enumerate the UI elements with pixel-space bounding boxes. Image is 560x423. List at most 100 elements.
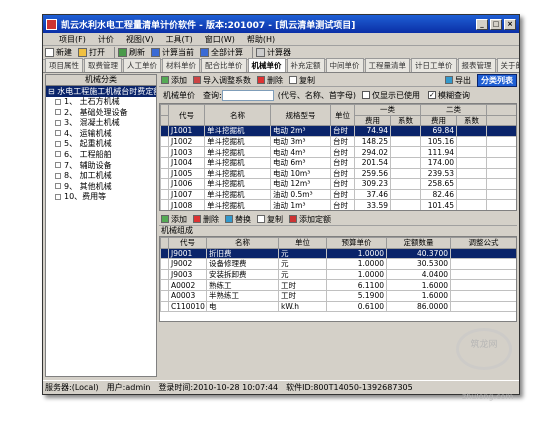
tab-material-price[interactable]: 材料单价 xyxy=(162,58,200,72)
new-button[interactable]: 新建 xyxy=(45,47,72,58)
table-cell[interactable] xyxy=(450,268,516,281)
col-fee2[interactable]: 费用 xyxy=(420,114,457,127)
tree-item[interactable]: 1、 土石方机械 xyxy=(46,97,156,108)
tree-item[interactable]: 7、 辅助设备 xyxy=(46,161,156,172)
table-cell[interactable]: 电动 2m³ xyxy=(270,125,331,137)
table-row[interactable]: J1008 单斗挖掘机 油动 1m³ 台时 33.59 101.45 xyxy=(160,199,516,210)
table-cell[interactable]: 6.1100 xyxy=(326,279,387,291)
col-quota-qty[interactable]: 定额数量 xyxy=(386,237,451,249)
table-cell[interactable]: 单斗挖掘机 xyxy=(204,209,271,210)
table-cell[interactable]: 258.65 xyxy=(420,178,457,190)
table-cell[interactable] xyxy=(456,178,487,190)
table-cell[interactable]: 174.00 xyxy=(420,156,457,169)
table-cell[interactable] xyxy=(456,125,487,137)
menu-view[interactable]: 视图(V) xyxy=(126,34,154,45)
table-cell[interactable]: 电动 4m³ xyxy=(270,146,331,158)
table-cell[interactable]: 1.6000 xyxy=(386,279,451,291)
import-coefficient-button[interactable]: 导入调整系数 xyxy=(193,75,251,86)
table-cell[interactable]: J1001 xyxy=(168,125,205,137)
table-cell[interactable]: 设备修理费 xyxy=(206,258,279,270)
table-cell[interactable]: 元 xyxy=(278,247,327,260)
table-cell[interactable] xyxy=(390,135,421,148)
table-cell[interactable]: J1003 xyxy=(168,146,205,158)
table-cell[interactable]: J9002 xyxy=(168,258,207,270)
table-cell[interactable]: 37.46 xyxy=(354,188,391,201)
tab-labor-price[interactable]: 人工单价 xyxy=(123,58,161,72)
table-cell[interactable]: 折旧费 xyxy=(206,247,279,260)
table-cell[interactable]: 111.06 xyxy=(420,209,457,210)
tree-root[interactable]: ⊟ 水电工程施工机械台时费定额 xyxy=(46,86,156,97)
table-cell[interactable]: 台时 xyxy=(330,209,355,210)
table-cell[interactable]: 台时 xyxy=(330,125,355,137)
menu-tools[interactable]: 工具(T) xyxy=(166,34,193,45)
table-cell[interactable] xyxy=(456,209,487,210)
table-cell[interactable]: J1002 xyxy=(168,135,205,148)
table-cell[interactable]: 元 xyxy=(278,258,327,270)
table-cell[interactable]: 台时 xyxy=(330,135,355,148)
table-cell[interactable]: 1.0000 xyxy=(326,268,387,281)
table-cell[interactable]: 单斗挖掘机 xyxy=(204,125,271,137)
table-cell[interactable] xyxy=(450,279,516,291)
tab-bill-of-quantities[interactable]: 工程量清单 xyxy=(364,58,410,72)
table-cell[interactable]: 40.3700 xyxy=(386,247,451,260)
table-row[interactable]: J9002 设备修理费元 1.0000 30.5300 xyxy=(160,258,516,270)
table-cell[interactable] xyxy=(390,188,421,201)
search-input[interactable] xyxy=(221,89,274,101)
table-cell[interactable]: 单斗挖掘机 xyxy=(204,146,271,158)
copy-machine-button[interactable]: 复制 xyxy=(289,75,315,86)
table-cell[interactable]: J1008 xyxy=(168,199,205,210)
copy-component-button[interactable]: 复制 xyxy=(257,214,283,225)
table-cell[interactable]: 单斗挖掘机 xyxy=(204,178,271,190)
table-cell[interactable]: 电动 10m³ xyxy=(270,167,331,180)
open-button[interactable]: 打开 xyxy=(78,47,105,58)
tab-project-props[interactable]: 项目属性 xyxy=(45,58,83,72)
table-row[interactable]: J9001 折旧费元 1.0000 40.3700 xyxy=(160,247,516,260)
table-cell[interactable]: 111.94 xyxy=(420,146,457,158)
table-cell[interactable] xyxy=(390,209,421,210)
table-cell[interactable]: 309.23 xyxy=(354,178,391,190)
col-spec[interactable]: 规格型号 xyxy=(270,104,331,127)
col-unit[interactable]: 单位 xyxy=(330,104,355,127)
table-cell[interactable]: 单斗挖掘机 xyxy=(204,199,271,210)
table-cell[interactable]: 69.84 xyxy=(420,125,457,137)
table-cell[interactable]: 单斗挖掘机 xyxy=(204,156,271,169)
table-cell[interactable]: J1004 xyxy=(168,156,205,169)
table-cell[interactable] xyxy=(456,199,487,210)
tab-intermediate-price[interactable]: 中间单价 xyxy=(325,58,364,72)
table-cell[interactable]: 熟练工 xyxy=(206,279,279,291)
table-cell[interactable]: 电动 6m³ xyxy=(270,156,331,169)
maximize-button[interactable]: □ xyxy=(490,18,502,30)
table-row[interactable]: J1002 单斗挖掘机 电动 3m³ 台时 148.25 105.16 xyxy=(160,135,516,148)
calc-all-button[interactable]: 全部计算 xyxy=(200,47,243,58)
table-cell[interactable] xyxy=(390,167,421,180)
table-cell[interactable] xyxy=(450,300,516,313)
table-cell[interactable]: 台时 xyxy=(330,188,355,201)
table-row[interactable]: A0003 半熟练工 工时 5.1900 1.6000 xyxy=(160,289,516,302)
close-button[interactable]: × xyxy=(504,18,516,30)
table-cell[interactable]: 单斗挖掘机 xyxy=(204,188,271,201)
tree-item[interactable]: 4、 运输机械 xyxy=(46,129,156,140)
tab-machine-price[interactable]: 机械单价 xyxy=(247,58,286,72)
table-cell[interactable]: A0002 xyxy=(168,279,207,291)
calculator-button[interactable]: 计算器 xyxy=(256,47,291,58)
replace-component-button[interactable]: 替换 xyxy=(225,214,251,225)
tab-mix-price[interactable]: 配合比单价 xyxy=(201,58,247,72)
table-cell[interactable] xyxy=(450,289,516,302)
menu-project[interactable]: 项目(F) xyxy=(59,34,86,45)
add-machine-button[interactable]: 添加 xyxy=(161,75,187,86)
tab-fee-management[interactable]: 取费管理 xyxy=(84,58,122,72)
tree-item[interactable]: 9、 其他机械 xyxy=(46,182,156,193)
table-cell[interactable]: 油动 1.2m³ xyxy=(270,209,331,210)
table-cell[interactable]: 82.46 xyxy=(420,188,457,201)
menu-pricing[interactable]: 计价 xyxy=(98,34,114,45)
table-cell[interactable]: 半熟练工 xyxy=(206,289,279,302)
table-cell[interactable]: kW.h xyxy=(278,300,327,313)
table-cell[interactable]: 30.5300 xyxy=(386,258,451,270)
table-cell[interactable]: 台时 xyxy=(330,178,355,190)
add-quota-button[interactable]: 添加定额 xyxy=(289,214,331,225)
table-cell[interactable]: 电动 3m³ xyxy=(270,135,331,148)
table-cell[interactable]: J1006 xyxy=(168,178,205,190)
minimize-button[interactable]: _ xyxy=(476,18,488,30)
menu-window[interactable]: 窗口(W) xyxy=(205,34,235,45)
table-cell[interactable] xyxy=(456,156,487,169)
